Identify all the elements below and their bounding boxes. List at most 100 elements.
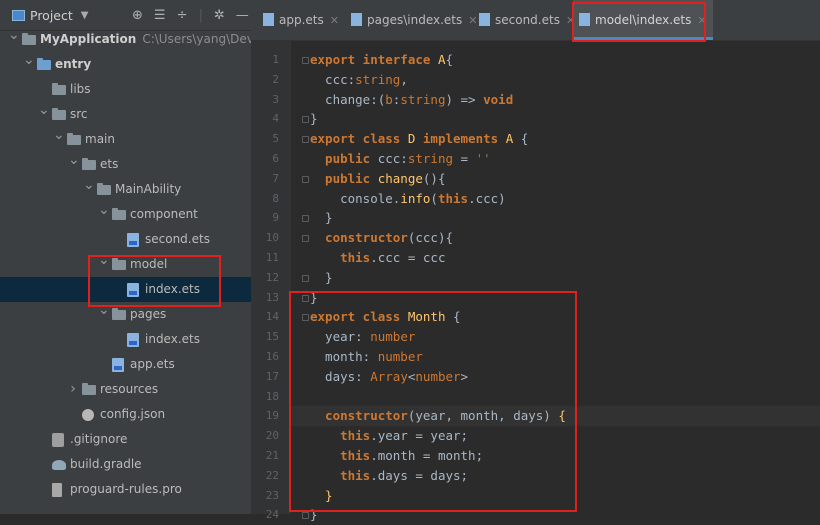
code-token: export interface <box>310 52 438 67</box>
line-number: 3 <box>272 92 279 106</box>
ets-file-icon <box>479 13 490 26</box>
tree-item[interactable]: proguard-rules.pro <box>0 477 251 502</box>
highlight-box-active-tab <box>572 2 706 42</box>
line-number-gutter: 1 2 3 4 5 6 7 8 9 10 11 12 13 14 15 16 17 18 19 20 21 22 23 24 <box>251 41 291 521</box>
ets-file-icon <box>127 333 139 347</box>
tree-item-label: ets <box>100 157 119 171</box>
code-token: ) => <box>445 91 484 107</box>
tab-app-ets[interactable]: app.ets ✕ <box>257 0 345 40</box>
line-number: 4 <box>272 112 279 126</box>
git-file-icon <box>52 433 64 447</box>
separator: | <box>198 7 203 23</box>
code-line[interactable]: constructor(ccc){ <box>291 228 820 248</box>
code-line[interactable]: } <box>291 208 820 228</box>
code-token: string <box>407 151 453 166</box>
fold-marker-icon[interactable] <box>302 136 309 144</box>
tree-item[interactable]: ⌄ ets <box>0 152 251 177</box>
ets-file-icon <box>127 233 139 247</box>
code-line[interactable]: export interface A{ <box>291 50 820 70</box>
tree-item[interactable]: app.ets <box>0 352 251 377</box>
chevron-down-icon[interactable]: ⌄ <box>53 123 65 148</box>
folder-icon <box>82 158 96 170</box>
code-line[interactable]: } <box>291 109 820 129</box>
code-line[interactable]: console.info(this.ccc) <box>291 189 820 209</box>
target-icon[interactable]: ⊕ <box>132 8 143 23</box>
line-number: 19 <box>265 409 279 423</box>
code-line[interactable]: change:(b:string) => void <box>291 90 820 110</box>
code-token: string <box>355 71 401 87</box>
tree-item[interactable]: ⌄ entry <box>0 52 251 77</box>
tree-item-label: app.ets <box>130 357 175 371</box>
line-number: 15 <box>265 330 279 344</box>
chevron-down-icon[interactable]: ⌄ <box>68 148 80 173</box>
code-token: .ccc = ccc <box>370 250 446 265</box>
tree-item-label: MainAbility <box>115 182 182 196</box>
collapse-all-icon[interactable]: ☰ <box>154 8 166 23</box>
code-token: change <box>377 170 423 186</box>
json-file-icon <box>82 409 94 421</box>
fold-marker-icon[interactable] <box>302 512 309 520</box>
chevron-down-icon[interactable]: ⌄ <box>8 23 20 48</box>
code-line[interactable]: public change(){ <box>291 169 820 189</box>
tree-item[interactable]: ⌄ component <box>0 202 251 227</box>
code-token: void <box>483 91 514 107</box>
editor-tab-bar: app.ets ✕ pages\index.ets ✕ second.ets ✕ model… <box>251 0 820 41</box>
pro-file-icon <box>52 483 62 497</box>
fold-marker-icon[interactable] <box>302 175 309 183</box>
code-token: this <box>437 190 469 206</box>
tree-item-label: component <box>130 207 198 221</box>
tree-item-label: libs <box>70 82 91 96</box>
code-line[interactable]: export class D implements A { <box>291 129 820 149</box>
tree-item[interactable]: build.gradle <box>0 452 251 477</box>
fold-marker-icon[interactable] <box>302 274 309 282</box>
code-line[interactable]: this.ccc = ccc <box>291 248 820 268</box>
tree-item[interactable]: ⌄ main <box>0 127 251 152</box>
tree-item[interactable]: .gitignore <box>0 427 251 452</box>
chevron-right-icon[interactable]: › <box>68 377 78 402</box>
tree-item[interactable]: second.ets <box>0 227 251 252</box>
fold-marker-icon[interactable] <box>302 116 309 124</box>
folder-icon <box>112 308 126 320</box>
code-token: string <box>400 91 446 107</box>
code-line[interactable]: } <box>291 268 820 288</box>
tree-item[interactable]: index.ets <box>0 327 251 352</box>
line-number: 20 <box>265 429 279 443</box>
line-number: 17 <box>265 369 279 383</box>
ets-file-icon <box>263 13 274 26</box>
code-token: = <box>453 151 476 166</box>
folder-icon <box>82 383 96 395</box>
chevron-down-icon[interactable]: ▼ <box>81 10 89 21</box>
code-token: b <box>385 91 393 107</box>
tree-item[interactable]: config.json <box>0 402 251 427</box>
tree-item[interactable]: › resources <box>0 377 251 402</box>
project-view-title[interactable]: Project <box>30 8 73 23</box>
fold-marker-icon[interactable] <box>302 57 309 64</box>
fold-marker-icon[interactable] <box>302 215 309 223</box>
tab-label: pages\index.ets <box>367 13 463 27</box>
chevron-down-icon[interactable]: ⌄ <box>83 173 95 198</box>
tree-item[interactable]: ⌄ src <box>0 102 251 127</box>
folder-icon <box>97 183 111 195</box>
chevron-down-icon[interactable]: ⌄ <box>38 98 50 123</box>
tree-item[interactable]: ⌄ MainAbility <box>0 177 251 202</box>
code-token: (){ <box>422 170 446 186</box>
line-number: 18 <box>265 389 279 403</box>
minimize-icon[interactable]: — <box>236 8 249 23</box>
line-number: 6 <box>272 152 279 165</box>
code-token: implements <box>422 131 506 147</box>
tab-second-ets[interactable]: second.ets ✕ <box>473 0 581 40</box>
code-line[interactable]: public ccc:string = '' <box>291 149 820 169</box>
line-number: 13 <box>265 290 279 304</box>
chevron-down-icon[interactable]: ⌄ <box>23 48 35 73</box>
close-icon[interactable]: ✕ <box>330 14 339 27</box>
code-token: A <box>505 131 521 147</box>
tree-item[interactable]: ⌄MyApplicationC:\Users\yang\DevEcoSt <box>0 27 251 52</box>
expand-icon[interactable]: ÷ <box>177 8 188 23</box>
chevron-down-icon[interactable]: ⌄ <box>98 198 110 223</box>
folder-icon <box>52 108 66 120</box>
fold-marker-icon[interactable] <box>302 235 309 243</box>
gear-icon[interactable]: ✲ <box>214 8 225 23</box>
tree-item-label: src <box>70 107 88 121</box>
tab-pages-index-ets[interactable]: pages\index.ets ✕ <box>345 0 483 40</box>
code-line[interactable]: ccc:string, <box>291 70 820 90</box>
